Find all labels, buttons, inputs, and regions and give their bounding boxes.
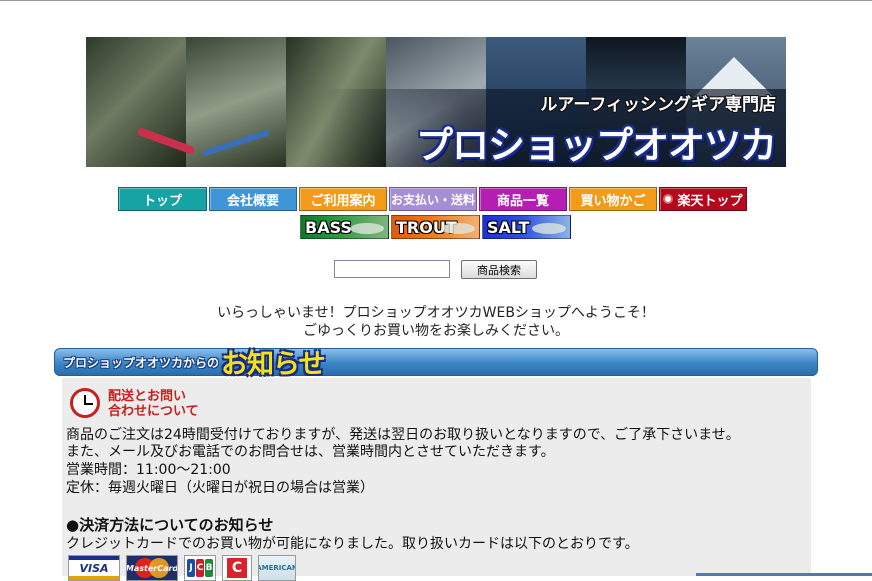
rakuten-icon	[663, 194, 674, 204]
delivery-section-title-1: 配送とお問い	[108, 389, 187, 404]
banner-title: プロショップオオツカ	[416, 124, 777, 167]
diners-card-icon: C	[222, 555, 252, 581]
nav-top-button[interactable]: トップ	[118, 187, 207, 211]
notice-line-contact: また、メール及びお電話でのお問合せは、営業時間内とさせていただきます。	[66, 444, 555, 460]
notice-header-small: プロショップオオツカからの	[63, 356, 220, 370]
nav-rakuten-button[interactable]: 楽天トップ	[659, 187, 747, 211]
bass-fish-icon	[350, 223, 384, 234]
mastercard-icon: MasterCard	[126, 555, 178, 581]
category-bass-label: BASS	[305, 218, 352, 237]
payment-body: クレジットカードでのお買い物が可能になりました。取り扱いカードは以下のとおりです…	[66, 536, 639, 552]
banner-subtitle: ルアーフィッシングギア専門店	[540, 95, 776, 115]
category-nav: BASS TROUT SALT	[300, 215, 571, 239]
category-salt-button[interactable]: SALT	[482, 215, 571, 239]
jcb-letter-j: J	[187, 559, 195, 577]
category-salt-label: SALT	[487, 218, 530, 237]
nav-company-button[interactable]: 会社概要	[209, 187, 297, 211]
trout-fish-icon	[441, 223, 475, 234]
category-trout-button[interactable]: TROUT	[391, 215, 480, 239]
welcome-line-1: いらっしゃいませ！プロショップオオツカWEBショップへようこそ！	[217, 305, 655, 321]
notice-line-holiday: 定休：毎週火曜日（火曜日が祝日の場合は営業）	[66, 480, 374, 496]
welcome-line-2: ごゆっくりお買い物をお楽しみください。	[303, 323, 569, 339]
delivery-section-title-2: 合わせについて	[108, 404, 199, 419]
main-nav: トップ 会社概要 ご利用案内 お支払い・送料 商品一覧 買い物かご 楽天トップ	[118, 187, 747, 211]
notice-header: プロショップオオツカからの お知らせ	[54, 348, 818, 380]
jcb-letter-b: B	[205, 559, 213, 577]
notice-header-big: お知らせ	[221, 349, 325, 380]
jcb-letter-c: C	[196, 559, 204, 577]
notice-line-hours: 営業時間：11:00〜21:00	[66, 462, 231, 478]
payment-title: ●決済方法についてのお知らせ	[66, 516, 274, 534]
nav-cart-button[interactable]: 買い物かご	[569, 187, 657, 211]
nav-payment-button[interactable]: お支払い・送料	[389, 187, 477, 211]
amex-card-icon: AMERICAN	[258, 555, 296, 581]
nav-rakuten-label: 楽天トップ	[677, 193, 743, 209]
jcb-card-icon: J C B	[184, 555, 216, 581]
diners-letter: C	[227, 558, 247, 578]
search-button[interactable]: 商品検索	[461, 260, 537, 279]
clock-icon	[70, 388, 100, 418]
category-bass-button[interactable]: BASS	[300, 215, 389, 239]
top-border	[0, 0, 872, 1]
card-logos: VISA MasterCard J C B C AMERICAN	[68, 555, 296, 581]
salt-fish-icon	[532, 223, 566, 234]
nav-guide-button[interactable]: ご利用案内	[299, 187, 387, 211]
banner-photo-fish	[186, 37, 286, 167]
visa-card-icon: VISA	[68, 555, 120, 581]
notice-line-order: 商品のご注文は24時間受付けておりますが、発送は翌日のお取り扱いとなりますので、…	[66, 427, 740, 443]
shop-banner[interactable]: ルアーフィッシングギア専門店 プロショップオオツカ	[86, 37, 786, 167]
banner-photo-bass	[86, 37, 186, 167]
nav-product-list-button[interactable]: 商品一覧	[479, 187, 567, 211]
mastercard-label: MasterCard	[126, 563, 178, 573]
search-input[interactable]	[334, 260, 450, 278]
